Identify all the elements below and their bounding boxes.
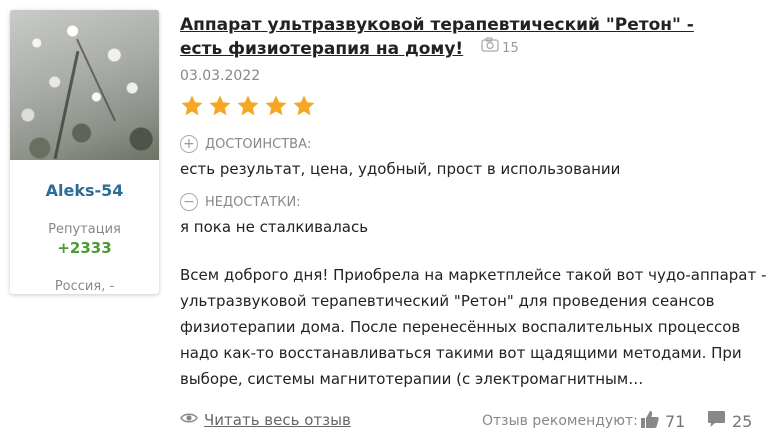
star-icon — [236, 94, 260, 118]
cons-header: − НЕДОСТАТКИ: — [180, 193, 301, 211]
camera-icon — [481, 37, 499, 61]
eye-icon — [180, 411, 198, 429]
author-name[interactable]: Aleks-54 — [10, 181, 159, 200]
read-more-label: Читать весь отзыв — [204, 411, 351, 429]
comments-count: 25 — [732, 411, 753, 431]
star-icon — [292, 94, 316, 118]
minus-circle-icon: − — [180, 193, 198, 211]
cons-label: НЕДОСТАТКИ: — [205, 194, 301, 210]
pros-text: есть результат, цена, удобный, прост в и… — [180, 160, 621, 178]
review-date: 03.03.2022 — [180, 68, 261, 84]
likes-count: 71 — [665, 412, 686, 431]
plus-circle-icon: + — [180, 135, 198, 153]
photo-count-value: 15 — [502, 41, 519, 56]
reputation-label: Репутация — [48, 222, 121, 237]
recommend-label: Отзыв рекомендуют: — [482, 413, 638, 429]
thumbs-up-icon — [640, 410, 660, 433]
likes-button[interactable]: 71 — [640, 410, 685, 433]
comment-icon — [707, 410, 726, 432]
cons-text: я пока не сталкивалась — [180, 218, 369, 236]
pros-header: + ДОСТОИНСТВА: — [180, 135, 311, 153]
author-card: Aleks-54 Репутация +2333 Россия, - — [10, 10, 159, 294]
star-rating — [180, 94, 316, 118]
reputation-value: +2333 — [57, 239, 112, 257]
review-title[interactable]: Аппарат ультразвуковой терапевтический "… — [180, 15, 694, 59]
review-title-block: Аппарат ультразвуковой терапевтический "… — [180, 13, 720, 61]
star-icon — [264, 94, 288, 118]
review-body: Всем доброго дня! Приобрела на маркетпле… — [180, 266, 767, 388]
star-icon — [180, 94, 204, 118]
photo-count[interactable]: 15 — [481, 37, 519, 61]
pros-label: ДОСТОИНСТВА: — [205, 136, 312, 152]
read-more-link[interactable]: Читать весь отзыв — [180, 411, 351, 429]
comments-button[interactable]: 25 — [707, 410, 752, 432]
author-location: Россия, - — [54, 279, 115, 294]
star-icon — [208, 94, 232, 118]
avatar[interactable] — [10, 10, 159, 160]
